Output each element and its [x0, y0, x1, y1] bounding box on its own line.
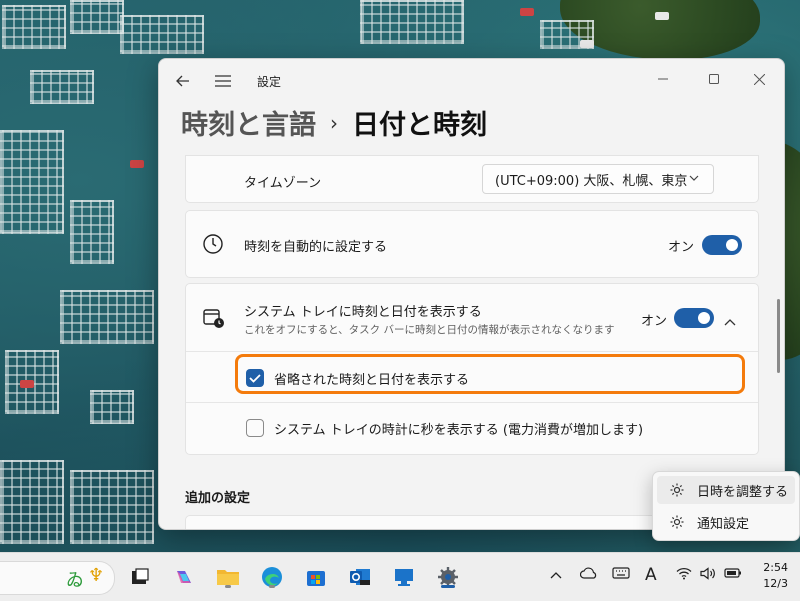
keyboard-icon[interactable] — [612, 566, 630, 584]
close-button[interactable] — [739, 65, 779, 93]
chevron-down-icon — [689, 171, 699, 184]
task-view-icon[interactable] — [126, 563, 154, 591]
wallpaper-raft — [360, 0, 464, 44]
wallpaper-boat — [520, 8, 534, 16]
running-indicator — [269, 585, 275, 588]
timezone-label: タイムゾーン — [244, 176, 322, 191]
wallpaper-raft — [70, 200, 114, 264]
settings-app-icon[interactable] — [434, 563, 462, 591]
onedrive-icon[interactable] — [579, 567, 598, 583]
gear-icon — [667, 514, 687, 530]
breadcrumb: 時刻と言語 › 日付と時刻 — [181, 103, 487, 142]
wallpaper-raft — [30, 70, 94, 104]
search-highlight-figure-icon: ♆ — [88, 565, 105, 586]
wallpaper-raft — [90, 390, 134, 424]
additional-settings-title: 追加の設定 — [185, 491, 251, 506]
auto-time-label: 時刻を自動的に設定する — [244, 240, 388, 255]
store-icon[interactable] — [302, 563, 330, 591]
maximize-icon — [709, 74, 719, 84]
back-button[interactable] — [171, 69, 195, 93]
auto-time-state: オン — [668, 240, 695, 255]
timezone-card: タイムゾーン (UTC+09:00) 大阪、札幌、東京 — [185, 155, 759, 203]
wallpaper-raft — [2, 5, 66, 49]
wallpaper-boat — [580, 40, 594, 48]
battery-icon[interactable] — [724, 567, 742, 583]
gear-icon — [667, 482, 687, 498]
context-menu-notification-settings[interactable]: 通知設定 — [657, 508, 795, 536]
wallpaper-boat — [130, 160, 144, 168]
ime-indicator[interactable]: A — [645, 565, 657, 585]
auto-time-card: 時刻を自動的に設定する オン — [185, 210, 759, 278]
chevron-up-icon[interactable] — [724, 311, 736, 330]
show-seconds-checkbox[interactable] — [246, 419, 264, 437]
file-explorer-icon[interactable] — [214, 563, 242, 591]
context-menu-label: 日時を調整する — [697, 484, 789, 500]
clock-date: 12/3 — [763, 577, 788, 590]
wifi-icon[interactable] — [676, 567, 692, 584]
back-arrow-icon — [176, 75, 189, 87]
context-menu-adjust-time[interactable]: 日時を調整する — [657, 476, 795, 504]
remote-desktop-icon[interactable] — [390, 563, 418, 591]
minimize-button[interactable] — [643, 65, 683, 93]
taskbar: ゐ ♆ A 2:54 12/3 — [0, 552, 800, 601]
app-title: 設定 — [257, 75, 282, 89]
page-title: 日付と時刻 — [352, 110, 487, 141]
divider — [186, 351, 758, 352]
wallpaper-raft — [70, 470, 154, 544]
clock-time: 2:54 — [763, 561, 788, 574]
breadcrumb-parent[interactable]: 時刻と言語 — [181, 103, 316, 142]
calendar-clock-icon — [202, 306, 226, 334]
wallpaper-boat — [20, 380, 34, 388]
taskbar-clock[interactable]: 2:54 12/3 — [763, 560, 788, 592]
wallpaper-boat — [655, 12, 669, 20]
wallpaper-raft — [70, 0, 124, 34]
outlook-icon[interactable] — [346, 563, 374, 591]
clock-icon — [202, 233, 224, 259]
search-highlight-icon: ゐ — [66, 570, 84, 591]
divider — [186, 402, 758, 403]
title-bar: 設定 — [159, 59, 784, 103]
maximize-button[interactable] — [694, 65, 734, 93]
minimize-icon — [658, 78, 668, 80]
running-indicator — [225, 585, 231, 588]
timezone-dropdown[interactable]: (UTC+09:00) 大阪、札幌、東京 — [482, 164, 714, 194]
auto-time-toggle[interactable] — [702, 235, 742, 255]
wallpaper-raft — [60, 290, 154, 344]
volume-icon[interactable] — [700, 567, 716, 584]
close-icon — [753, 73, 765, 85]
orange-highlight-box — [235, 354, 745, 394]
running-indicator — [441, 585, 455, 588]
wallpaper-raft — [0, 130, 64, 234]
context-menu-label: 通知設定 — [697, 516, 750, 532]
edge-icon[interactable] — [258, 563, 286, 591]
menu-button[interactable] — [211, 69, 235, 93]
scrollbar[interactable] — [777, 299, 780, 373]
tray-display-toggle[interactable] — [674, 308, 714, 328]
hamburger-icon — [215, 75, 231, 87]
copilot-icon[interactable] — [170, 563, 198, 591]
wallpaper-raft — [120, 15, 204, 54]
tray-display-description: これをオフにすると、タスク バーに時刻と日付の情報が表示されなくなります — [244, 324, 615, 336]
wallpaper-raft — [0, 460, 64, 544]
settings-window: 設定 時刻と言語 › 日付と時刻 タイムゾーン (UTC+09:00) 大阪、札… — [158, 58, 785, 530]
tray-display-label: システム トレイに時刻と日付を表示する — [244, 305, 482, 320]
tray-display-state: オン — [641, 314, 668, 329]
chevron-up-icon[interactable] — [550, 567, 562, 583]
timezone-value: (UTC+09:00) 大阪、札幌、東京 — [495, 173, 688, 189]
context-menu: 日時を調整する 通知設定 — [652, 471, 800, 541]
taskbar-search-box[interactable]: ゐ ♆ — [0, 561, 115, 595]
breadcrumb-separator: › — [330, 110, 338, 135]
show-seconds-label[interactable]: システム トレイの時計に秒を表示する (電力消費が増加します) — [274, 419, 643, 438]
